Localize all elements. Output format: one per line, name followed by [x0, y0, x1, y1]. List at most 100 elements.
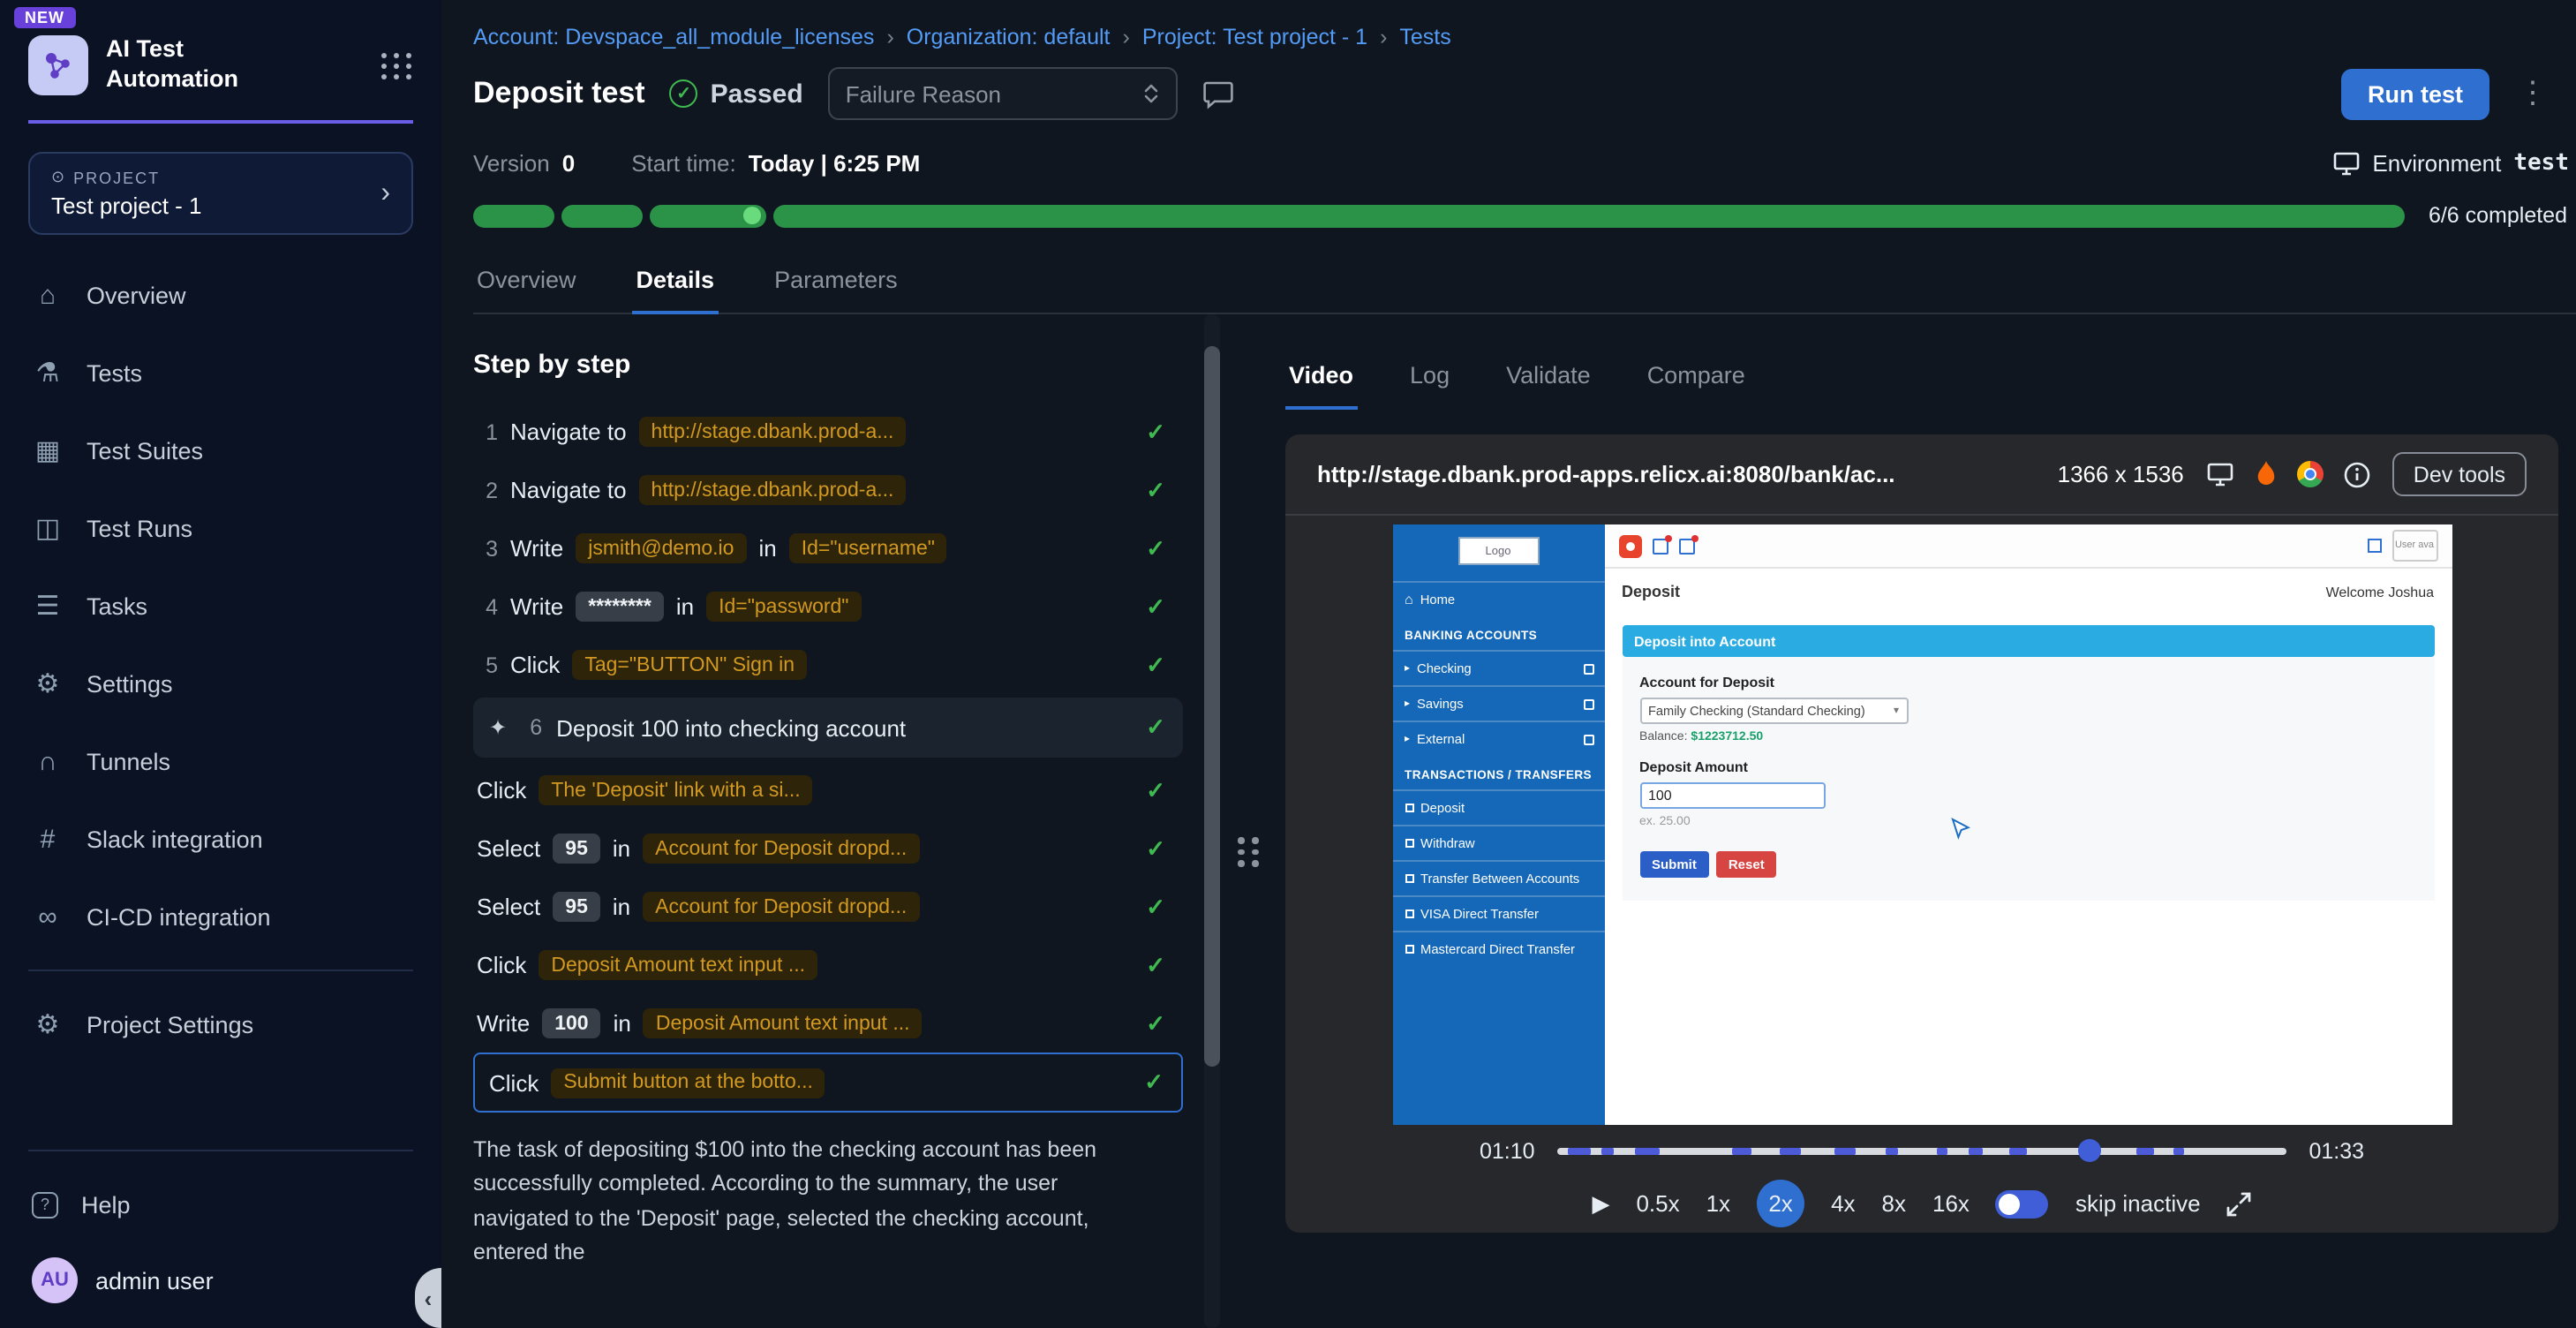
form-buttons: Submit Reset [1639, 851, 2434, 878]
replay-tabs: Video Log Validate Compare [1285, 350, 2558, 408]
speed-16x[interactable]: 16x [1932, 1190, 1970, 1217]
step-group-6[interactable]: ✦ 6 Deposit 100 into checking account ✓ [473, 698, 1183, 758]
sidebar-item-overview[interactable]: ⌂ Overview [0, 256, 441, 334]
bank-nav-checking: Checking [1392, 650, 1604, 685]
fullscreen-icon[interactable] [2227, 1191, 2252, 1216]
sidebar-nav: ⌂ Overview ⚗ Tests ▦ Test Suites ◫ Test … [0, 256, 441, 955]
sidebar-item-slack-integration[interactable]: # Slack integration [0, 800, 441, 878]
sidebar-item-settings[interactable]: ⚙ Settings [0, 645, 441, 722]
steps-list: 1 Navigate to http://stage.dbank.prod-a.… [473, 403, 1183, 1271]
sidebar-item-tunnels[interactable]: ∩ Tunnels [0, 722, 441, 800]
tab-log[interactable]: Log [1406, 350, 1453, 408]
sidebar-item-cicd-integration[interactable]: ∞ CI-CD integration [0, 878, 441, 955]
mouse-cursor-icon [1950, 818, 1970, 841]
sidebar-item-tests[interactable]: ⚗ Tests [0, 334, 441, 411]
step-row-select-account-1[interactable]: Select 95 in Account for Deposit dropd..… [473, 819, 1183, 878]
speed-1x[interactable]: 1x [1706, 1190, 1730, 1217]
activity-segment [1780, 1148, 1800, 1155]
bank-banner: Deposit into Account [1622, 625, 2434, 657]
step-param: jsmith@demo.io [576, 533, 746, 563]
environment: Environment test [2331, 150, 2569, 177]
sparkle-icon: ✦ [489, 715, 507, 740]
user-menu[interactable]: AU admin user [0, 1243, 441, 1314]
sidebar-item-help[interactable]: ? Help [0, 1166, 441, 1243]
activity-segment [2173, 1148, 2185, 1155]
video-player: http://stage.dbank.prod-apps.relicx.ai:8… [1285, 434, 2558, 1233]
run-test-button[interactable]: Run test [2341, 68, 2489, 119]
pipeline-icon: ∞ [32, 902, 64, 932]
progress-segment[interactable] [773, 204, 2406, 227]
step-row-1[interactable]: 1 Navigate to http://stage.dbank.prod-a.… [473, 403, 1183, 461]
speed-4x[interactable]: 4x [1831, 1190, 1855, 1217]
avatar: AU [32, 1257, 78, 1303]
speed-2x-active[interactable]: 2x [1757, 1180, 1804, 1227]
step-row-click-deposit-link[interactable]: Click The 'Deposit' link with a si... ✓ [473, 761, 1183, 819]
step-row-2[interactable]: 2 Navigate to http://stage.dbank.prod-a.… [473, 461, 1183, 519]
speed-8x[interactable]: 8x [1882, 1190, 1906, 1217]
activity-segment [1733, 1148, 1751, 1155]
step-row-click-submit-selected[interactable]: Click Submit button at the botto... ✓ [473, 1053, 1183, 1113]
project-selector[interactable]: PROJECT Test project - 1 › [28, 152, 413, 235]
skip-inactive-toggle[interactable] [1996, 1189, 2049, 1218]
info-icon[interactable] [2343, 460, 2371, 488]
tab-overview[interactable]: Overview [473, 254, 580, 313]
step-param: Deposit Amount text input ... [644, 1008, 923, 1038]
bank-nav-transfer: Transfer Between Accounts [1392, 860, 1604, 895]
sidebar-item-test-runs[interactable]: ◫ Test Runs [0, 489, 441, 567]
window-badge-icon [1678, 538, 1694, 554]
kebab-menu-icon[interactable]: ⋮ [2514, 76, 2551, 111]
sidebar-item-test-suites[interactable]: ▦ Test Suites [0, 411, 441, 489]
activity-segment [1834, 1148, 1857, 1155]
tab-details[interactable]: Details [633, 254, 719, 313]
breadcrumb-project[interactable]: Project: Test project - 1 [1142, 25, 1388, 49]
sidebar-item-tasks[interactable]: ☰ Tasks [0, 567, 441, 645]
home-icon: ⌂ [32, 280, 64, 310]
breadcrumb-tests[interactable]: Tests [1399, 25, 1450, 49]
video-header: http://stage.dbank.prod-apps.relicx.ai:8… [1285, 434, 2558, 516]
main-tabs: Overview Details Parameters [473, 254, 2576, 314]
step-row-3[interactable]: 3 Write jsmith@demo.io in Id="username" … [473, 519, 1183, 577]
progress-segment[interactable] [473, 204, 554, 227]
speed-0.5x[interactable]: 0.5x [1636, 1190, 1679, 1217]
step-row-5[interactable]: 5 Click Tag="BUTTON" Sign in ✓ [473, 636, 1183, 694]
divider [28, 970, 413, 971]
step-row-select-account-2[interactable]: Select 95 in Account for Deposit dropd..… [473, 878, 1183, 936]
step-param: 95 [553, 892, 600, 922]
meta-row: Version 0 Start time: Today | 6:25 PM En… [473, 150, 2576, 177]
bank-section-accounts: BANKING ACCOUNTS [1392, 616, 1604, 650]
bank-nav-visa: VISA Direct Transfer [1392, 895, 1604, 931]
step-row-click-amount[interactable]: Click Deposit Amount text input ... ✓ [473, 936, 1183, 994]
dev-tools-button[interactable]: Dev tools [2392, 452, 2527, 496]
scrollbar-thumb[interactable] [1204, 346, 1220, 1067]
activity-segment [2009, 1148, 2028, 1155]
grid-icon: ▦ [32, 434, 64, 466]
progress-segment[interactable] [650, 204, 766, 227]
breadcrumb-organization[interactable]: Organization: default [907, 25, 1130, 49]
list-icon: ☰ [32, 590, 64, 622]
tab-validate[interactable]: Validate [1503, 350, 1594, 408]
replay-frame: Logo Home BANKING ACCOUNTS Checking Savi… [1392, 524, 2452, 1125]
tab-compare[interactable]: Compare [1644, 350, 1749, 408]
progress-segment[interactable] [561, 204, 643, 227]
step-param: http://stage.dbank.prod-a... [639, 475, 907, 505]
failure-reason-select[interactable]: Failure Reason [828, 67, 1178, 120]
tab-video[interactable]: Video [1285, 350, 1357, 408]
tab-parameters[interactable]: Parameters [771, 254, 901, 313]
breadcrumb-account[interactable]: Account: Devspace_all_module_licenses [473, 25, 894, 49]
steps-heading: Step by step [473, 350, 1183, 380]
playhead[interactable] [2079, 1139, 2102, 1162]
play-button[interactable]: ▶ [1592, 1189, 1609, 1218]
progress-bar [473, 204, 2406, 227]
scrub-track[interactable] [1558, 1148, 2286, 1155]
step-row-4[interactable]: 4 Write ******** in Id="password" ✓ [473, 577, 1183, 636]
apps-grid-icon[interactable] [381, 52, 413, 79]
comment-icon[interactable] [1202, 79, 1234, 109]
user-name: admin user [95, 1267, 214, 1294]
step-param: Account for Deposit dropd... [643, 892, 919, 922]
step-row-write-amount[interactable]: Write 100 in Deposit Amount text input .… [473, 994, 1183, 1053]
sidebar-item-project-settings[interactable]: ⚙ Project Settings [0, 985, 441, 1063]
activity-segment [1936, 1148, 1947, 1155]
panel-resize-handle[interactable] [1238, 837, 1261, 866]
content: Step by step 1 Navigate to http://stage.… [473, 314, 2576, 1328]
step-param: 100 [542, 1008, 600, 1038]
